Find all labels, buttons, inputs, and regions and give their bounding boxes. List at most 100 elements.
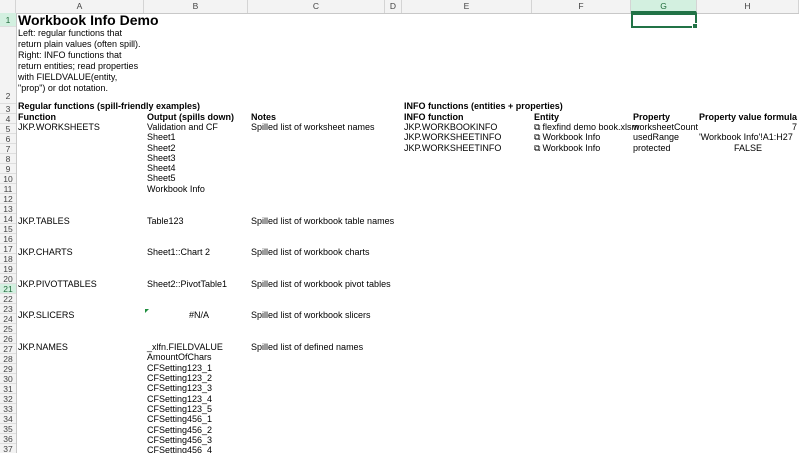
worksheet-output-item[interactable]: Sheet5 [147,173,176,183]
col-label-property-value[interactable]: Property value formula [699,112,797,122]
column-header-g[interactable]: G [631,0,697,13]
worksheet-output-item[interactable]: Sheet4 [147,163,176,173]
property-cell[interactable]: usedRange [633,132,679,142]
row-header[interactable]: 32 [0,394,16,404]
row-header[interactable]: 2 [0,27,16,104]
column-header-c[interactable]: C [248,0,385,13]
row-header[interactable]: 20 [0,274,16,284]
worksheet-output-item[interactable]: Sheet3 [147,153,176,163]
row-header[interactable]: 18 [0,254,16,264]
worksheet-output-item[interactable]: Sheet2 [147,143,176,153]
worksheet-output-item[interactable]: Validation and CF [147,122,218,132]
row-header[interactable]: 12 [0,194,16,204]
row-header[interactable]: 25 [0,324,16,334]
function-names[interactable]: JKP.NAMES [18,342,68,352]
column-header-h[interactable]: H [697,0,799,13]
info-function-cell[interactable]: JKP.WORKBOOKINFO [404,122,497,132]
row-header[interactable]: 17 [0,244,16,254]
row-header[interactable]: 26 [0,334,16,344]
col-label-property[interactable]: Property [633,112,670,122]
row-header[interactable]: 4 [0,114,16,124]
row-header[interactable]: 21 [0,284,16,294]
note-charts[interactable]: Spilled list of workbook charts [251,247,370,257]
col-label-entity[interactable]: Entity [534,112,559,122]
property-cell[interactable]: worksheetCount [633,122,698,132]
column-header-a[interactable]: A [16,0,144,13]
names-output-item[interactable]: _xlfn.FIELDVALUE [147,342,223,352]
worksheet-output-item[interactable]: Workbook Info [147,184,205,194]
output-charts[interactable]: Sheet1::Chart 2 [147,247,210,257]
row-header[interactable]: 10 [0,174,16,184]
row-header[interactable]: 23 [0,304,16,314]
property-value-cell[interactable]: 7 [699,122,797,132]
names-output-item[interactable]: CFSetting456_2 [147,425,212,435]
function-worksheets[interactable]: JKP.WORKSHEETS [18,122,100,132]
row-header[interactable]: 33 [0,404,16,414]
names-output-item[interactable]: CFSetting123_3 [147,383,212,393]
note-names[interactable]: Spilled list of defined names [251,342,363,352]
function-pivottables[interactable]: JKP.PIVOTTABLES [18,279,97,289]
column-header-d[interactable]: D [385,0,402,13]
output-slicers[interactable]: #N/A [147,310,251,320]
names-output-item[interactable]: CFSetting123_1 [147,363,212,373]
row-header[interactable]: 15 [0,224,16,234]
col-label-notes[interactable]: Notes [251,112,276,122]
entity-layers-icon[interactable]: ⧉ [534,143,540,153]
active-cell-g1[interactable] [631,13,698,29]
row-header[interactable]: 34 [0,414,16,424]
row-header[interactable]: 36 [0,434,16,444]
note-tables[interactable]: Spilled list of workbook table names [251,216,394,226]
note-pivottables[interactable]: Spilled list of workbook pivot tables [251,279,391,289]
entity-cell[interactable]: ⧉ flexfind demo book.xlsm [534,122,639,132]
row-header[interactable]: 14 [0,214,16,224]
entity-cell[interactable]: ⧉ Workbook Info [534,143,600,153]
select-all-corner[interactable] [0,0,16,13]
row-header[interactable]: 19 [0,264,16,274]
output-tables[interactable]: Table123 [147,216,184,226]
row-header[interactable]: 3 [0,104,16,114]
row-header[interactable]: 31 [0,384,16,394]
entity-layers-icon[interactable]: ⧉ [534,132,540,142]
row-header[interactable]: 22 [0,294,16,304]
sheet-description[interactable]: Left: regular functions that return plai… [18,28,146,94]
row-header[interactable]: 24 [0,314,16,324]
entity-layers-icon[interactable]: ⧉ [534,122,540,132]
row-header[interactable]: 6 [0,134,16,144]
function-slicers[interactable]: JKP.SLICERS [18,310,74,320]
names-output-item[interactable]: CFSetting123_2 [147,373,212,383]
property-cell[interactable]: protected [633,143,671,153]
names-output-item[interactable]: CFSetting456_1 [147,414,212,424]
row-header[interactable]: 8 [0,154,16,164]
function-charts[interactable]: JKP.CHARTS [18,247,73,257]
names-output-item[interactable]: CFSetting123_5 [147,404,212,414]
column-header-e[interactable]: E [402,0,532,13]
left-section-heading[interactable]: Regular functions (spill-friendly exampl… [18,101,200,111]
names-output-item[interactable]: CFSetting123_4 [147,394,212,404]
row-header[interactable]: 11 [0,184,16,194]
row-header[interactable]: 37 [0,444,16,453]
column-header-f[interactable]: F [532,0,631,13]
row-header[interactable]: 9 [0,164,16,174]
col-label-info-function[interactable]: INFO function [404,112,464,122]
worksheet-output-item[interactable]: Sheet1 [147,132,176,142]
function-tables[interactable]: JKP.TABLES [18,216,70,226]
row-header[interactable]: 30 [0,374,16,384]
row-header[interactable]: 35 [0,424,16,434]
row-header[interactable]: 13 [0,204,16,214]
col-label-function[interactable]: Function [18,112,56,122]
col-label-output[interactable]: Output (spills down) [147,112,234,122]
output-pivottables[interactable]: Sheet2::PivotTable1 [147,279,227,289]
names-output-item[interactable]: CFSetting456_3 [147,435,212,445]
property-value-cell[interactable]: 'Workbook Info'!A1:H27 [699,132,793,142]
info-function-cell[interactable]: JKP.WORKSHEETINFO [404,143,501,153]
names-output-item[interactable]: CFSetting456_4 [147,445,212,453]
names-output-item[interactable]: AmountOfChars [147,352,212,362]
row-header[interactable]: 29 [0,364,16,374]
row-header[interactable]: 7 [0,144,16,154]
row-header[interactable]: 16 [0,234,16,244]
sheet-title[interactable]: Workbook Info Demo [18,13,159,28]
right-section-heading[interactable]: INFO functions (entities + properties) [404,101,563,111]
note-slicers[interactable]: Spilled list of workbook slicers [251,310,371,320]
info-function-cell[interactable]: JKP.WORKSHEETINFO [404,132,501,142]
note-worksheets[interactable]: Spilled list of worksheet names [251,122,375,132]
